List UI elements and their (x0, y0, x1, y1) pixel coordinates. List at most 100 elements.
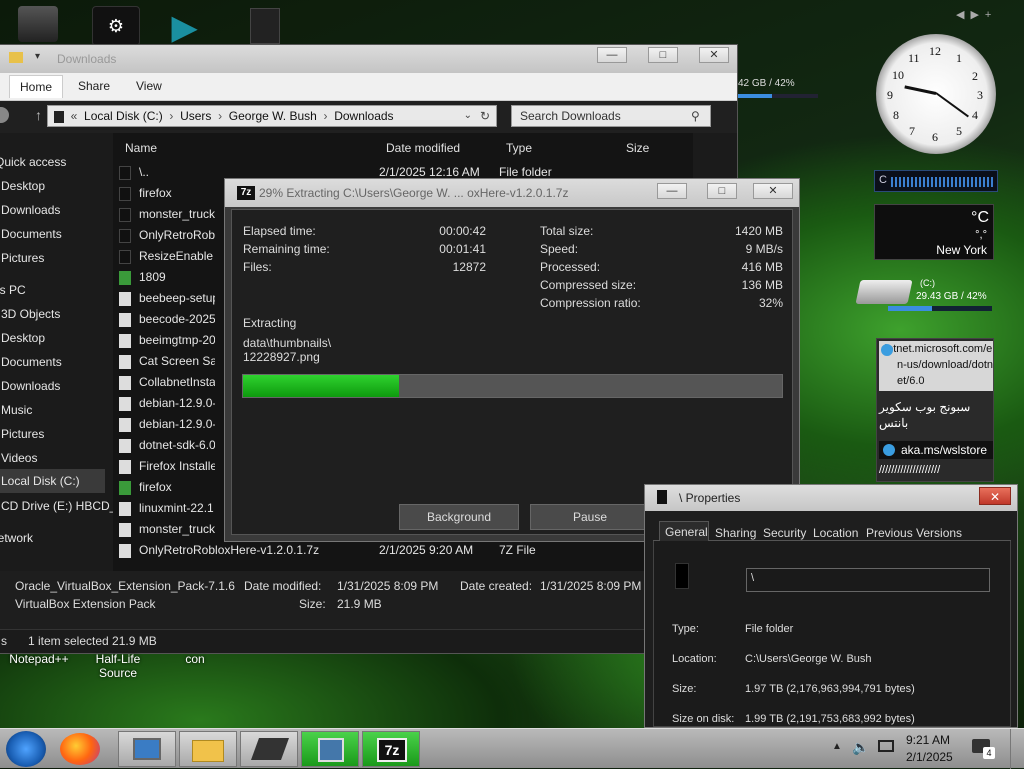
clock-9: 9 (887, 88, 893, 102)
steam-icon[interactable]: ⚙ (92, 6, 140, 46)
cpu-meter-gadget[interactable]: C (874, 170, 998, 192)
tab-view[interactable]: View (136, 79, 162, 93)
weather-city: New York (936, 243, 987, 257)
address-dropdown-icon[interactable]: ⌄ (464, 106, 472, 126)
notepad-plus-plus-icon-label[interactable]: Notepad++ (4, 652, 74, 666)
properties-type-value: File folder (745, 623, 794, 635)
volume-icon[interactable]: 🔈 (852, 739, 869, 756)
back-button[interactable] (0, 107, 9, 123)
weather-gadget[interactable]: °C °,° New York (874, 204, 994, 260)
sevenzip-title-bar[interactable]: 7z 29% Extracting C:\Users\George W. ...… (225, 179, 799, 207)
recycle-bin-icon[interactable] (18, 6, 58, 42)
file-date: 2/1/2025 9:20 AM (379, 543, 474, 557)
column-date[interactable]: Date modified (386, 141, 460, 155)
explorer-title-bar[interactable]: ▾ Downloads — □ ✕ (0, 45, 737, 73)
nav-quick-access[interactable]: Quick access (0, 155, 66, 169)
file-date: 2/1/2025 12:16 AM (379, 165, 480, 179)
nav-downloads[interactable]: Downloads (1, 203, 60, 217)
editor-taskbar-button[interactable] (240, 731, 298, 767)
nav-pictures[interactable]: Pictures (1, 251, 44, 265)
sevenzip-close-button[interactable]: ✕ (753, 183, 793, 199)
nav-network[interactable]: Network (0, 531, 33, 545)
app-icon-2[interactable] (250, 8, 280, 44)
network-icon[interactable] (878, 740, 894, 752)
address-bar[interactable]: « Local Disk (C:) › Users › George W. Bu… (47, 105, 497, 127)
firefox-taskbar-icon[interactable] (60, 733, 100, 765)
properties-name-field[interactable]: \ (746, 568, 990, 592)
drive-gadget-top[interactable]: 42 GB / 42% (738, 74, 822, 100)
properties-tab-location[interactable]: Location (813, 526, 858, 540)
nav-local-disk[interactable]: Local Disk (C:) (0, 469, 105, 493)
taskbar-date[interactable]: 2/1/2025 (906, 750, 953, 764)
background-button[interactable]: Background (399, 504, 519, 530)
tab-home[interactable]: Home (9, 75, 64, 98)
show-hidden-icons-icon[interactable]: ▲ (832, 741, 842, 752)
nav-documents[interactable]: Documents (1, 227, 62, 241)
compressed-size-value: 136 MB (741, 278, 783, 292)
explorer-taskbar-button[interactable] (179, 731, 237, 767)
drive-gadget[interactable]: (C:) 29.43 GB / 42% (855, 274, 998, 318)
search-input[interactable]: Search Downloads (511, 105, 711, 127)
nav-desktop[interactable]: Desktop (1, 179, 45, 193)
dropdown-arrow-icon[interactable]: ▾ (35, 51, 40, 62)
start-button[interactable] (6, 731, 46, 767)
sidebar-controls[interactable]: ◀▶+ (956, 8, 997, 21)
clock-gadget[interactable]: 12 1 2 3 4 5 6 7 8 9 10 11 (876, 34, 996, 154)
nav-desktop-2[interactable]: Desktop (1, 331, 45, 345)
file-icon (119, 523, 131, 537)
file-name: linuxmint-22.1 (139, 501, 214, 515)
nav-videos[interactable]: Videos (1, 451, 37, 465)
properties-tab-sharing[interactable]: Sharing (715, 526, 756, 540)
sevenzip-minimize-button[interactable]: — (657, 183, 687, 199)
maximize-button[interactable]: □ (648, 47, 678, 63)
computer-taskbar-button[interactable] (118, 731, 176, 767)
file-name: monster_truck (139, 522, 215, 536)
nav-pictures-2[interactable]: Pictures (1, 427, 44, 441)
half-life-source-icon-label[interactable]: Half-Life Source (88, 652, 148, 680)
file-name: firefox (139, 480, 172, 494)
feed-item-slashes[interactable]: //////////////////// (879, 461, 993, 479)
feed-item-wsl[interactable]: aka.ms/wslstore (879, 441, 993, 459)
sevenzip-taskbar-button[interactable]: 7z (362, 731, 420, 767)
weather-temp: °,° (975, 229, 987, 241)
clock-7: 7 (909, 124, 915, 138)
nav-downloads-2[interactable]: Downloads (1, 379, 60, 393)
feed-gadget[interactable]: dotnet.microsoft.com/en-us/download/dotn… (876, 338, 994, 482)
up-arrow-icon[interactable]: ↑ (35, 107, 42, 123)
breadcrumb-user[interactable]: George W. Bush (229, 109, 317, 123)
column-type[interactable]: Type (506, 141, 532, 155)
taskbar-time[interactable]: 9:21 AM (906, 733, 950, 747)
show-desktop-button[interactable] (1010, 729, 1024, 769)
breadcrumb-downloads[interactable]: Downloads (334, 109, 393, 123)
feed-item-dotnet[interactable]: dotnet.microsoft.com/en-us/download/dotn… (879, 341, 993, 391)
total-size-label: Total size: (540, 224, 594, 238)
column-size[interactable]: Size (626, 141, 649, 155)
app-icon[interactable]: ▶ (172, 8, 220, 46)
properties-tab-security[interactable]: Security (763, 526, 806, 540)
installer-taskbar-button[interactable] (301, 731, 359, 767)
feed-item-arabic[interactable]: سبونج بوب سكوير بانتس (879, 399, 993, 431)
minimize-button[interactable]: — (597, 47, 627, 63)
properties-close-button[interactable]: ✕ (979, 487, 1011, 505)
properties-dialog[interactable]: \ Properties ✕ General Sharing Security … (644, 484, 1018, 728)
tab-share[interactable]: Share (78, 79, 110, 93)
nav-this-pc[interactable]: This PC (0, 283, 26, 297)
nav-cd-drive[interactable]: CD Drive (E:) HBCD_ (1, 499, 116, 513)
search-icon[interactable]: ⚲ (691, 109, 700, 123)
file-row[interactable]: OnlyRetroRobloxHere-v1.2.0.1.7z 2/1/2025 … (113, 541, 693, 562)
properties-tab-previous-versions[interactable]: Previous Versions (866, 526, 962, 540)
pause-button[interactable]: Pause (530, 504, 650, 530)
nav-3d-objects[interactable]: 3D Objects (1, 307, 60, 321)
column-name[interactable]: Name (125, 141, 157, 155)
refresh-icon[interactable]: ↻ (480, 106, 490, 126)
drive-bar-top (738, 94, 818, 98)
con-icon-label[interactable]: con (165, 652, 225, 666)
properties-tab-general-label[interactable]: General (665, 525, 708, 539)
properties-title-bar[interactable]: \ Properties ✕ (645, 485, 1017, 511)
close-button[interactable]: ✕ (699, 47, 729, 63)
sevenzip-maximize-button[interactable]: □ (707, 183, 737, 199)
breadcrumb-users[interactable]: Users (180, 109, 211, 123)
nav-music[interactable]: Music (1, 403, 32, 417)
nav-documents-2[interactable]: Documents (1, 355, 62, 369)
breadcrumb-local-disk[interactable]: Local Disk (C:) (84, 109, 163, 123)
